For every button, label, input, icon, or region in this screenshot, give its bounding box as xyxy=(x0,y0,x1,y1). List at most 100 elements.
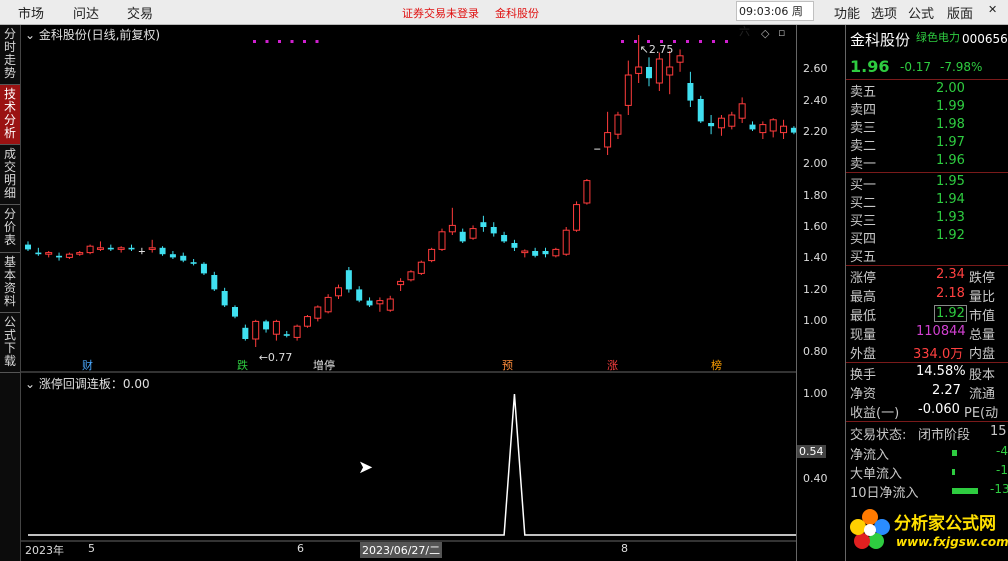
window-toggle-icon[interactable]: ▫ xyxy=(778,26,785,39)
trade-state-row: 交易状态: 闭市阶段 15 xyxy=(850,424,1007,443)
menu-formula[interactable]: 公式 xyxy=(908,3,934,22)
bid-row[interactable]: 买五 xyxy=(850,246,1005,265)
flower-logo-icon xyxy=(850,509,890,549)
diamond-icon[interactable]: ◇ xyxy=(761,27,769,40)
stat-label-2: 流通 xyxy=(969,387,996,402)
ask-row[interactable]: 卖四 1.99 xyxy=(850,99,1005,118)
signal-dot xyxy=(621,40,624,43)
menu-trade[interactable]: 交易 xyxy=(127,3,153,22)
bid-label: 买三 xyxy=(850,214,877,229)
bid-label: 买一 xyxy=(850,178,877,193)
menu-wenda[interactable]: 问达 xyxy=(73,3,99,22)
price-change-pct: -7.98% xyxy=(940,60,983,74)
candle-body xyxy=(490,227,497,234)
candle-body xyxy=(138,251,145,252)
candle-body xyxy=(303,316,311,327)
candle-body xyxy=(76,252,84,255)
bid-row[interactable]: 买三 1.93 xyxy=(850,210,1005,229)
close-icon[interactable]: ✕ xyxy=(988,3,997,16)
candle-body xyxy=(614,114,622,135)
candle-body xyxy=(469,228,477,239)
candle-body xyxy=(107,247,114,250)
bid-row[interactable]: 买四 1.92 xyxy=(850,228,1005,247)
tab-price-table[interactable]: 分价表 xyxy=(0,205,20,253)
bid-label: 买四 xyxy=(850,232,877,247)
tab-profile[interactable]: 基本资料 xyxy=(0,253,20,313)
candle-body xyxy=(417,261,425,274)
candle-body xyxy=(728,114,736,127)
candle-body xyxy=(769,119,777,132)
high-label: ↖2.75 xyxy=(640,43,674,56)
ask-row[interactable]: 卖一 1.96 xyxy=(850,153,1005,172)
candle-body xyxy=(759,124,767,134)
candle-body xyxy=(749,124,756,130)
stat-value: 2.27 xyxy=(932,383,961,398)
ask-row[interactable]: 卖五 2.00 xyxy=(850,81,1005,100)
trade-state-label: 交易状态: xyxy=(850,428,907,443)
menu-market[interactable]: 市场 xyxy=(18,3,44,22)
event-marker-finance[interactable]: 财 xyxy=(80,359,95,372)
trade-state-num: 15 xyxy=(990,424,1007,439)
y-tick: 1.80 xyxy=(803,189,828,202)
event-marker-rise[interactable]: 涨 xyxy=(605,359,620,372)
event-marker-pledge[interactable]: 增停 xyxy=(311,359,337,372)
menu-options[interactable]: 选项 xyxy=(871,3,897,22)
y-tick: 2.40 xyxy=(803,94,828,107)
stat-label: 涨停 xyxy=(850,271,877,286)
chart-area[interactable]: ⌄ 金科股份(日线,前复权) ◇ ▫ ↖2.75 ←0.77 财 跌 增停 预 … xyxy=(21,25,796,561)
tab-trades[interactable]: 成交明细 xyxy=(0,145,20,205)
bid-row[interactable]: 买一 1.95 xyxy=(850,174,1005,193)
menu-function[interactable]: 功能 xyxy=(834,3,860,22)
candle-body xyxy=(169,254,176,258)
menu-layout[interactable]: 版面 xyxy=(947,3,973,22)
event-marker-drop[interactable]: 跌 xyxy=(235,359,250,372)
indicator-title: ⌄ 涨停回调连板：0.00 xyxy=(25,375,150,392)
flow-row: 10日净流入 -13 xyxy=(850,482,1008,501)
x-axis-label: 5 xyxy=(88,542,95,555)
candle-body xyxy=(148,247,156,250)
candle-body xyxy=(252,320,260,340)
sector-tag[interactable]: 绿色电力 xyxy=(916,29,960,45)
tab-intraday[interactable]: 分时走势 xyxy=(0,25,20,85)
bid-row[interactable]: 买二 1.94 xyxy=(850,192,1005,211)
login-notice[interactable]: 证券交易未登录 xyxy=(402,5,479,21)
signal-dot xyxy=(253,40,256,43)
event-marker-list[interactable]: 榜 xyxy=(709,359,724,372)
candle-body xyxy=(386,298,394,311)
flow-label: 大单流入 xyxy=(850,467,903,482)
ask-label: 卖五 xyxy=(850,85,877,100)
candle-body xyxy=(128,247,135,250)
ask-row[interactable]: 卖二 1.97 xyxy=(850,135,1005,154)
low-value: 0.77 xyxy=(267,351,293,364)
ask-row[interactable]: 卖三 1.98 xyxy=(850,117,1005,136)
tab-formula-download[interactable]: 公式下载 xyxy=(0,313,20,373)
stat-row: 最高 2.18 量比 xyxy=(850,286,1005,305)
candle-body xyxy=(697,99,704,122)
signal-dot xyxy=(634,40,637,43)
stat-label-2: PE(动 xyxy=(964,406,999,421)
stat-label: 现量 xyxy=(850,328,877,343)
chevron-down-icon[interactable]: ⌄ xyxy=(25,28,35,42)
y-tick: 1.00 xyxy=(803,314,828,327)
chevron-down-icon[interactable]: ⌄ xyxy=(25,377,35,391)
bid-label: 买二 xyxy=(850,196,877,211)
candle-body xyxy=(200,263,207,274)
candle-body xyxy=(480,222,487,227)
event-marker-forecast[interactable]: 预 xyxy=(500,359,515,372)
kline-chart[interactable] xyxy=(21,25,796,561)
divider xyxy=(846,265,1008,266)
tab-technical[interactable]: 技术分析 xyxy=(0,85,20,145)
candle-body xyxy=(376,300,384,305)
candle-body xyxy=(293,325,301,338)
stock-name-row: 金科股份 绿色电力 000656 xyxy=(850,29,1008,49)
y-tick: 1.40 xyxy=(803,251,828,264)
stat-label-2: 股本 xyxy=(969,368,996,383)
mouse-cursor-icon: ➤ xyxy=(358,457,374,478)
y-tick: 0.80 xyxy=(803,345,828,358)
candle-body xyxy=(501,235,508,242)
divider xyxy=(846,421,1008,422)
watermark-brand: 分析家公式网 xyxy=(894,514,996,534)
stat-label: 净资 xyxy=(850,387,877,402)
stat-label: 最高 xyxy=(850,290,877,305)
candle-body xyxy=(738,103,746,119)
